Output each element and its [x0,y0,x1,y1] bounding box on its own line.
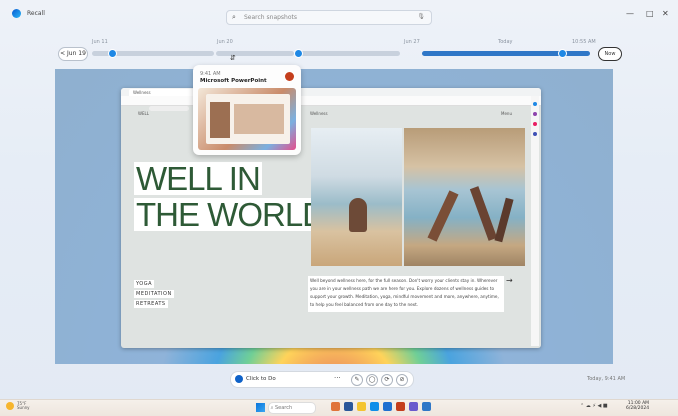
browser-sidebar [531,96,539,346]
weather-condition: Sunny [17,405,30,410]
hero-heading-line1: WELL IN [134,160,262,197]
close-button[interactable]: ✕ [662,9,669,18]
address-input[interactable] [149,106,189,111]
site-logo[interactable]: WELL [138,111,149,116]
system-tray[interactable]: ⌃ ☁ ⚡ ◀ ■ [580,403,608,409]
tooltip-time: 9:41 AM [200,71,221,77]
browser-address-bar [121,96,541,111]
open-icon[interactable]: ◯ [366,374,378,386]
taskbar-search-label: Search [274,405,293,411]
microphone-icon[interactable]: 🎙 [417,13,425,20]
category-link[interactable]: YOGA [134,280,155,288]
browser-tab[interactable]: Wellness [129,89,195,96]
timeline-label: Jun 20 [217,39,233,45]
timeline-label: 10:55 AM [572,39,596,45]
article-caption: Well beyond wellness here, for the full … [308,276,504,312]
category-link[interactable]: MEDITATION [134,290,174,298]
clock-date: 6/28/2024 [626,406,650,411]
timeline-current-marker[interactable] [558,49,567,58]
previous-day-button[interactable]: < Jun 19 [58,47,88,61]
now-button[interactable]: Now [598,47,622,61]
refresh-icon[interactable]: ⟳ [381,374,393,386]
powerpoint-icon [285,72,294,81]
sidebar-icon[interactable] [533,112,537,116]
sidebar-icon[interactable] [533,132,537,136]
hero-heading-line2: THE WORLD [134,196,327,233]
action-bar: Click to Do ··· ✎ ◯ ⟳ ⊘ [230,371,414,388]
timeline-segment[interactable] [114,51,214,56]
timeline-track[interactable] [92,49,590,58]
timeline-label: Jun 27 [404,39,420,45]
timeline-segment[interactable] [216,51,294,56]
weather-icon[interactable] [6,402,14,410]
minimize-button[interactable]: — [626,9,634,18]
click-to-do-button[interactable]: Click to Do [246,376,276,382]
copy-icon[interactable]: ✎ [351,374,363,386]
snapshot-tooltip[interactable]: 9:41 AM Microsoft PowerPoint [193,65,301,155]
maximize-button[interactable]: □ [646,9,654,18]
site-nav[interactable]: Wellness [310,111,328,116]
recall-taskbar-icon[interactable] [422,402,431,411]
start-button[interactable] [256,403,265,412]
taskbar-app-icon[interactable] [344,402,353,411]
taskbar-app-icon[interactable] [331,402,340,411]
weather-widget[interactable]: 75°F Sunny [17,402,30,410]
snapshot-timestamp: Today, 9:41 AM [587,376,626,382]
search-placeholder: Search snapshots [244,14,298,21]
recall-app-icon [12,9,21,18]
more-options-button[interactable]: ··· [334,374,341,382]
taskbar-app-icon[interactable] [409,402,418,411]
site-menu[interactable]: Menu [501,111,512,116]
sidebar-icon[interactable] [533,122,537,126]
powerpoint-icon[interactable] [396,402,405,411]
search-input[interactable]: ⌕ Search snapshots 🎙 [226,10,432,25]
tooltip-thumbnail[interactable] [198,88,296,150]
file-explorer-icon[interactable] [357,402,366,411]
taskbar-search[interactable]: ⌕ Search [268,402,316,414]
clock[interactable]: 11:00 AM 6/28/2024 [626,401,649,411]
store-icon[interactable] [383,402,392,411]
meditation-photo [311,128,402,266]
delete-icon[interactable]: ⊘ [396,374,408,386]
tooltip-app-name: Microsoft PowerPoint [200,78,267,84]
category-link[interactable]: RETREATS [134,300,168,308]
timeline-label: Jun 11 [92,39,108,45]
browser-tab-strip: Wellness [121,88,541,96]
search-icon: ⌕ [232,13,236,21]
click-to-do-icon [235,375,243,383]
drag-handle-icon[interactable]: ⇵ [230,54,236,62]
timeline-marker[interactable] [108,49,117,58]
timeline-marker[interactable] [294,49,303,58]
timeline-segment[interactable] [296,51,400,56]
timeline-label: Today [498,39,513,45]
edge-browser-icon[interactable] [370,402,379,411]
arrow-right-icon[interactable]: → [506,276,513,285]
app-title: Recall [27,10,45,17]
sidebar-icon[interactable] [533,102,537,106]
yoga-photo [404,128,525,266]
